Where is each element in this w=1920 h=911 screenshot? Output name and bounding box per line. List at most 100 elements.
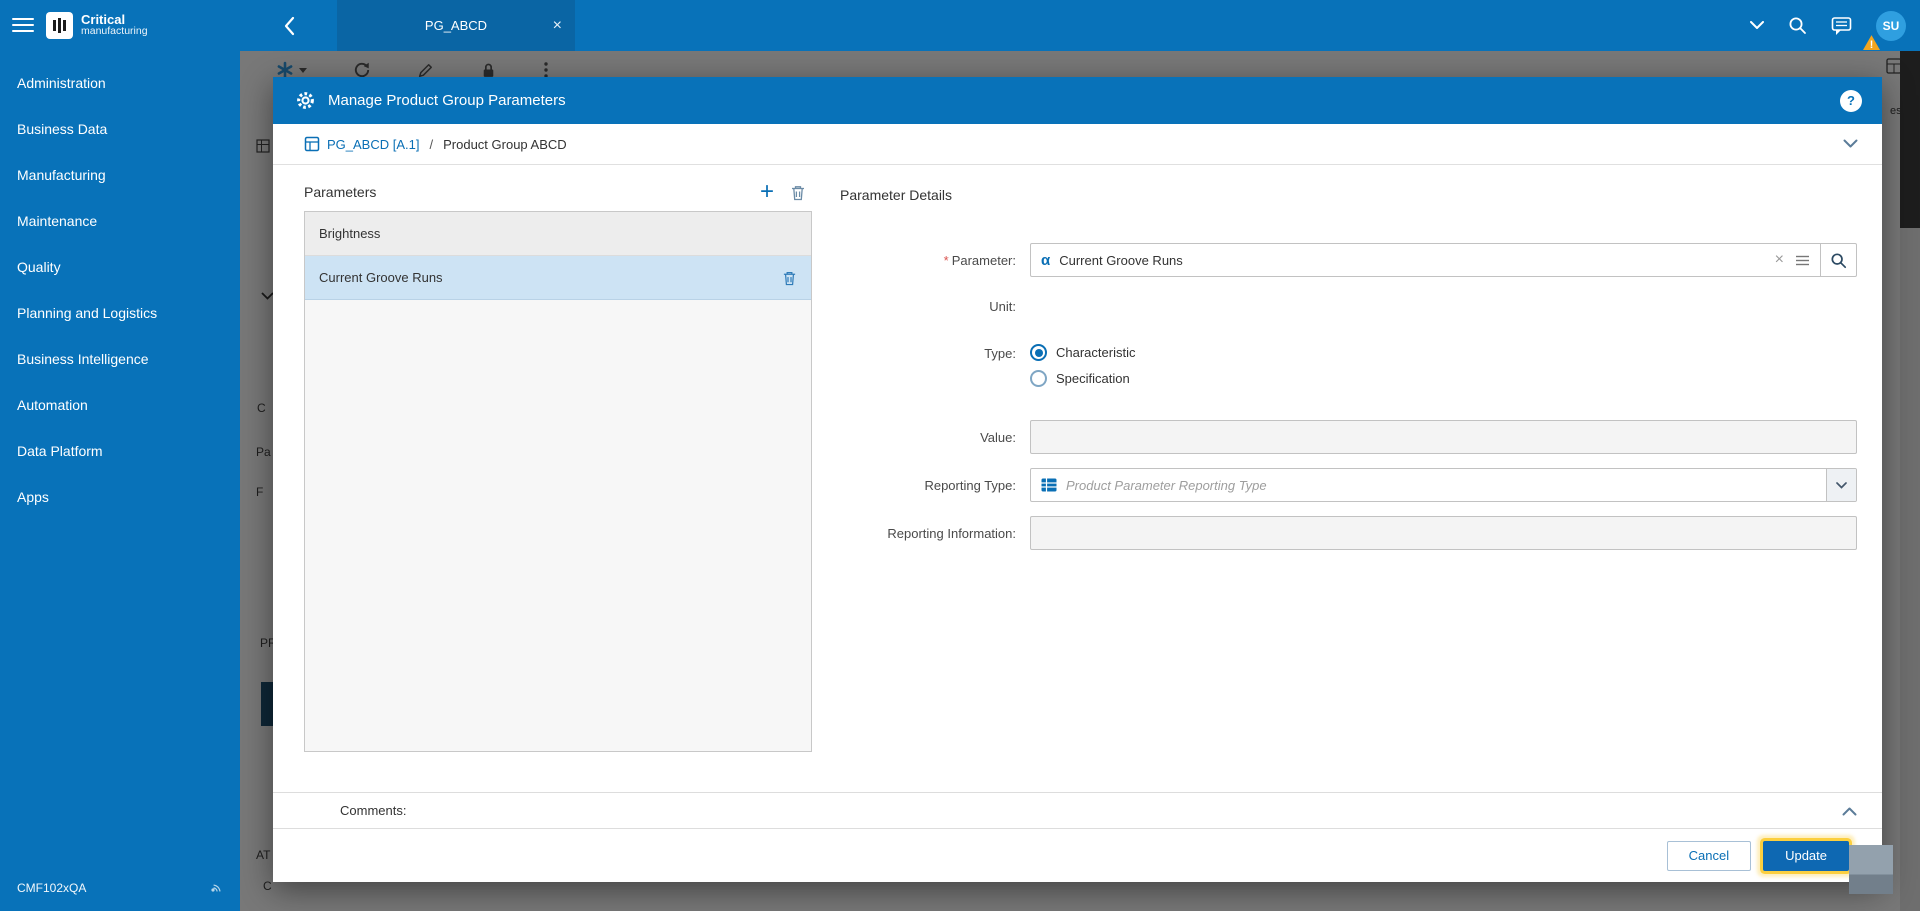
brand-logo-icon — [46, 11, 73, 39]
sidebar-item-administration[interactable]: Administration — [0, 60, 240, 106]
modal-header: Manage Product Group Parameters ? — [273, 77, 1882, 124]
sidebar-item-planning-and-logistics[interactable]: Planning and Logistics — [0, 290, 240, 336]
sidebar: Critical manufacturing Administration Bu… — [0, 0, 240, 911]
avatar-initials: SU — [1882, 18, 1900, 33]
cancel-button[interactable]: Cancel — [1666, 840, 1752, 871]
sidebar-item-apps[interactable]: Apps — [0, 474, 240, 520]
back-chevron-icon — [284, 16, 294, 35]
parameter-details-title: Parameter Details — [840, 187, 953, 203]
reporting-information-input[interactable] — [1030, 516, 1857, 550]
type-row: Type: Characteristic Specification — [840, 344, 1857, 420]
breadcrumb-link-label: PG_ABCD [A.1] — [327, 136, 420, 152]
parameter-details-form: * Parameter: α Current Groove Runs × Uni… — [840, 243, 1857, 550]
value-row: Value: — [840, 420, 1857, 454]
list-item-label: Brightness — [319, 226, 381, 241]
sidebar-item-manufacturing[interactable]: Manufacturing — [0, 152, 240, 198]
brand-subname: manufacturing — [81, 25, 148, 38]
radio-characteristic[interactable] — [1030, 344, 1047, 361]
floating-widget[interactable] — [1849, 845, 1893, 894]
parameter-field: α Current Groove Runs × — [1030, 243, 1857, 277]
value-label: Value: — [980, 429, 1016, 445]
app-window: Critical manufacturing Administration Bu… — [0, 0, 1920, 911]
breadcrumb-link[interactable]: PG_ABCD [A.1] — [304, 136, 419, 152]
list-item-current-groove-runs[interactable]: Current Groove Runs — [305, 256, 811, 300]
hamburger-menu-icon[interactable] — [12, 14, 34, 36]
parameter-value: Current Groove Runs — [1059, 252, 1183, 268]
parameters-panel-title: Parameters — [304, 184, 377, 200]
reporting-type-placeholder: Product Parameter Reporting Type — [1066, 477, 1267, 493]
messages-icon[interactable] — [1831, 16, 1852, 36]
modal-footer: Cancel Update — [273, 828, 1882, 882]
tab-label: PG_ABCD — [424, 18, 488, 33]
sidebar-item-maintenance[interactable]: Maintenance — [0, 198, 240, 244]
reporting-type-label: Reporting Type: — [924, 477, 1016, 493]
manage-product-group-parameters-modal: Manage Product Group Parameters ? PG_ABC… — [273, 77, 1882, 882]
delete-parameter-button[interactable] — [790, 184, 806, 201]
tab-pg-abcd[interactable]: PG_ABCD × — [337, 0, 575, 51]
topbar-actions: SU ! — [1750, 10, 1920, 51]
sidebar-header: Critical manufacturing — [0, 0, 240, 50]
environment-broadcast-icon — [208, 881, 222, 895]
type-options: Characteristic Specification — [1030, 344, 1857, 420]
parameter-row: * Parameter: α Current Groove Runs × — [840, 243, 1857, 277]
environment-label: CMF102xQA — [17, 881, 87, 895]
magnifier-icon — [1831, 252, 1847, 268]
clear-icon[interactable]: × — [1775, 252, 1784, 268]
sidebar-item-quality[interactable]: Quality — [0, 244, 240, 290]
breadcrumb: PG_ABCD [A.1] / Product Group ABCD — [273, 124, 1882, 165]
help-icon[interactable]: ? — [1840, 89, 1862, 112]
reporting-type-dropdown-button[interactable] — [1826, 469, 1856, 501]
reporting-information-label: Reporting Information: — [887, 525, 1016, 541]
modal-body: Parameters + Brightness Current Groove R… — [273, 165, 1882, 792]
chevron-down-icon — [1836, 481, 1847, 489]
sidebar-item-data-platform[interactable]: Data Platform — [0, 428, 240, 474]
dropdown-chevron-icon[interactable] — [1750, 21, 1764, 30]
radio-option-specification[interactable]: Specification — [1030, 370, 1857, 387]
svg-text:!: ! — [1870, 39, 1874, 50]
row-delete-icon[interactable] — [782, 270, 797, 286]
header-collapse-chevron-icon[interactable] — [1843, 139, 1858, 149]
comments-section[interactable]: Comments: — [273, 792, 1882, 828]
update-button[interactable]: Update — [1763, 840, 1849, 871]
search-icon[interactable] — [1788, 16, 1807, 35]
parameter-alpha-icon: α — [1041, 251, 1051, 269]
reporting-type-select[interactable]: Product Parameter Reporting Type — [1030, 468, 1857, 502]
content-area: C Pa F PR AT C es Manage Product Group P… — [240, 51, 1920, 911]
list-item-label: Current Groove Runs — [319, 270, 443, 285]
tab-close-icon[interactable]: × — [553, 17, 562, 34]
required-asterisk: * — [943, 252, 949, 268]
type-label: Type: — [984, 346, 1016, 361]
parameter-details-panel: Parameter Details * Parameter: α Current … — [840, 173, 1857, 792]
unit-row: Unit: — [840, 299, 1857, 314]
user-avatar[interactable]: SU ! — [1863, 10, 1906, 51]
radio-characteristic-label: Characteristic — [1056, 345, 1136, 360]
sidebar-item-automation[interactable]: Automation — [0, 382, 240, 428]
radio-specification-label: Specification — [1056, 371, 1130, 386]
sidebar-nav: Administration Business Data Manufacturi… — [0, 60, 240, 520]
parameter-search-button[interactable] — [1821, 243, 1857, 277]
topbar: PG_ABCD × SU ! — [240, 0, 1920, 51]
modal-title: Manage Product Group Parameters — [328, 92, 566, 109]
list-item-brightness[interactable]: Brightness — [305, 212, 811, 256]
radio-option-characteristic[interactable]: Characteristic — [1030, 344, 1857, 361]
parameters-panel-header: Parameters + — [304, 173, 812, 211]
radio-specification[interactable] — [1030, 370, 1047, 387]
sidebar-item-business-intelligence[interactable]: Business Intelligence — [0, 336, 240, 382]
breadcrumb-separator: / — [429, 136, 434, 152]
reporting-information-row: Reporting Information: — [840, 516, 1857, 550]
value-input[interactable] — [1030, 420, 1857, 454]
comments-collapse-chevron-icon[interactable] — [1842, 806, 1857, 816]
breadcrumb-current: Product Group ABCD — [443, 136, 567, 152]
parameter-lookup-input[interactable]: α Current Groove Runs × — [1030, 243, 1821, 277]
back-button[interactable] — [240, 0, 337, 51]
gear-icon — [295, 90, 316, 111]
parameter-label: * Parameter: — [943, 252, 1016, 268]
parameters-panel: Parameters + Brightness Current Groove R… — [304, 173, 812, 792]
add-parameter-button[interactable]: + — [760, 180, 774, 204]
parameters-list: Brightness Current Groove Runs — [304, 211, 812, 752]
brand-logo: Critical manufacturing — [46, 11, 148, 39]
detail-lines-icon[interactable] — [1795, 254, 1810, 267]
product-group-icon — [304, 136, 320, 152]
brand-name: Critical — [81, 11, 126, 27]
sidebar-item-business-data[interactable]: Business Data — [0, 106, 240, 152]
